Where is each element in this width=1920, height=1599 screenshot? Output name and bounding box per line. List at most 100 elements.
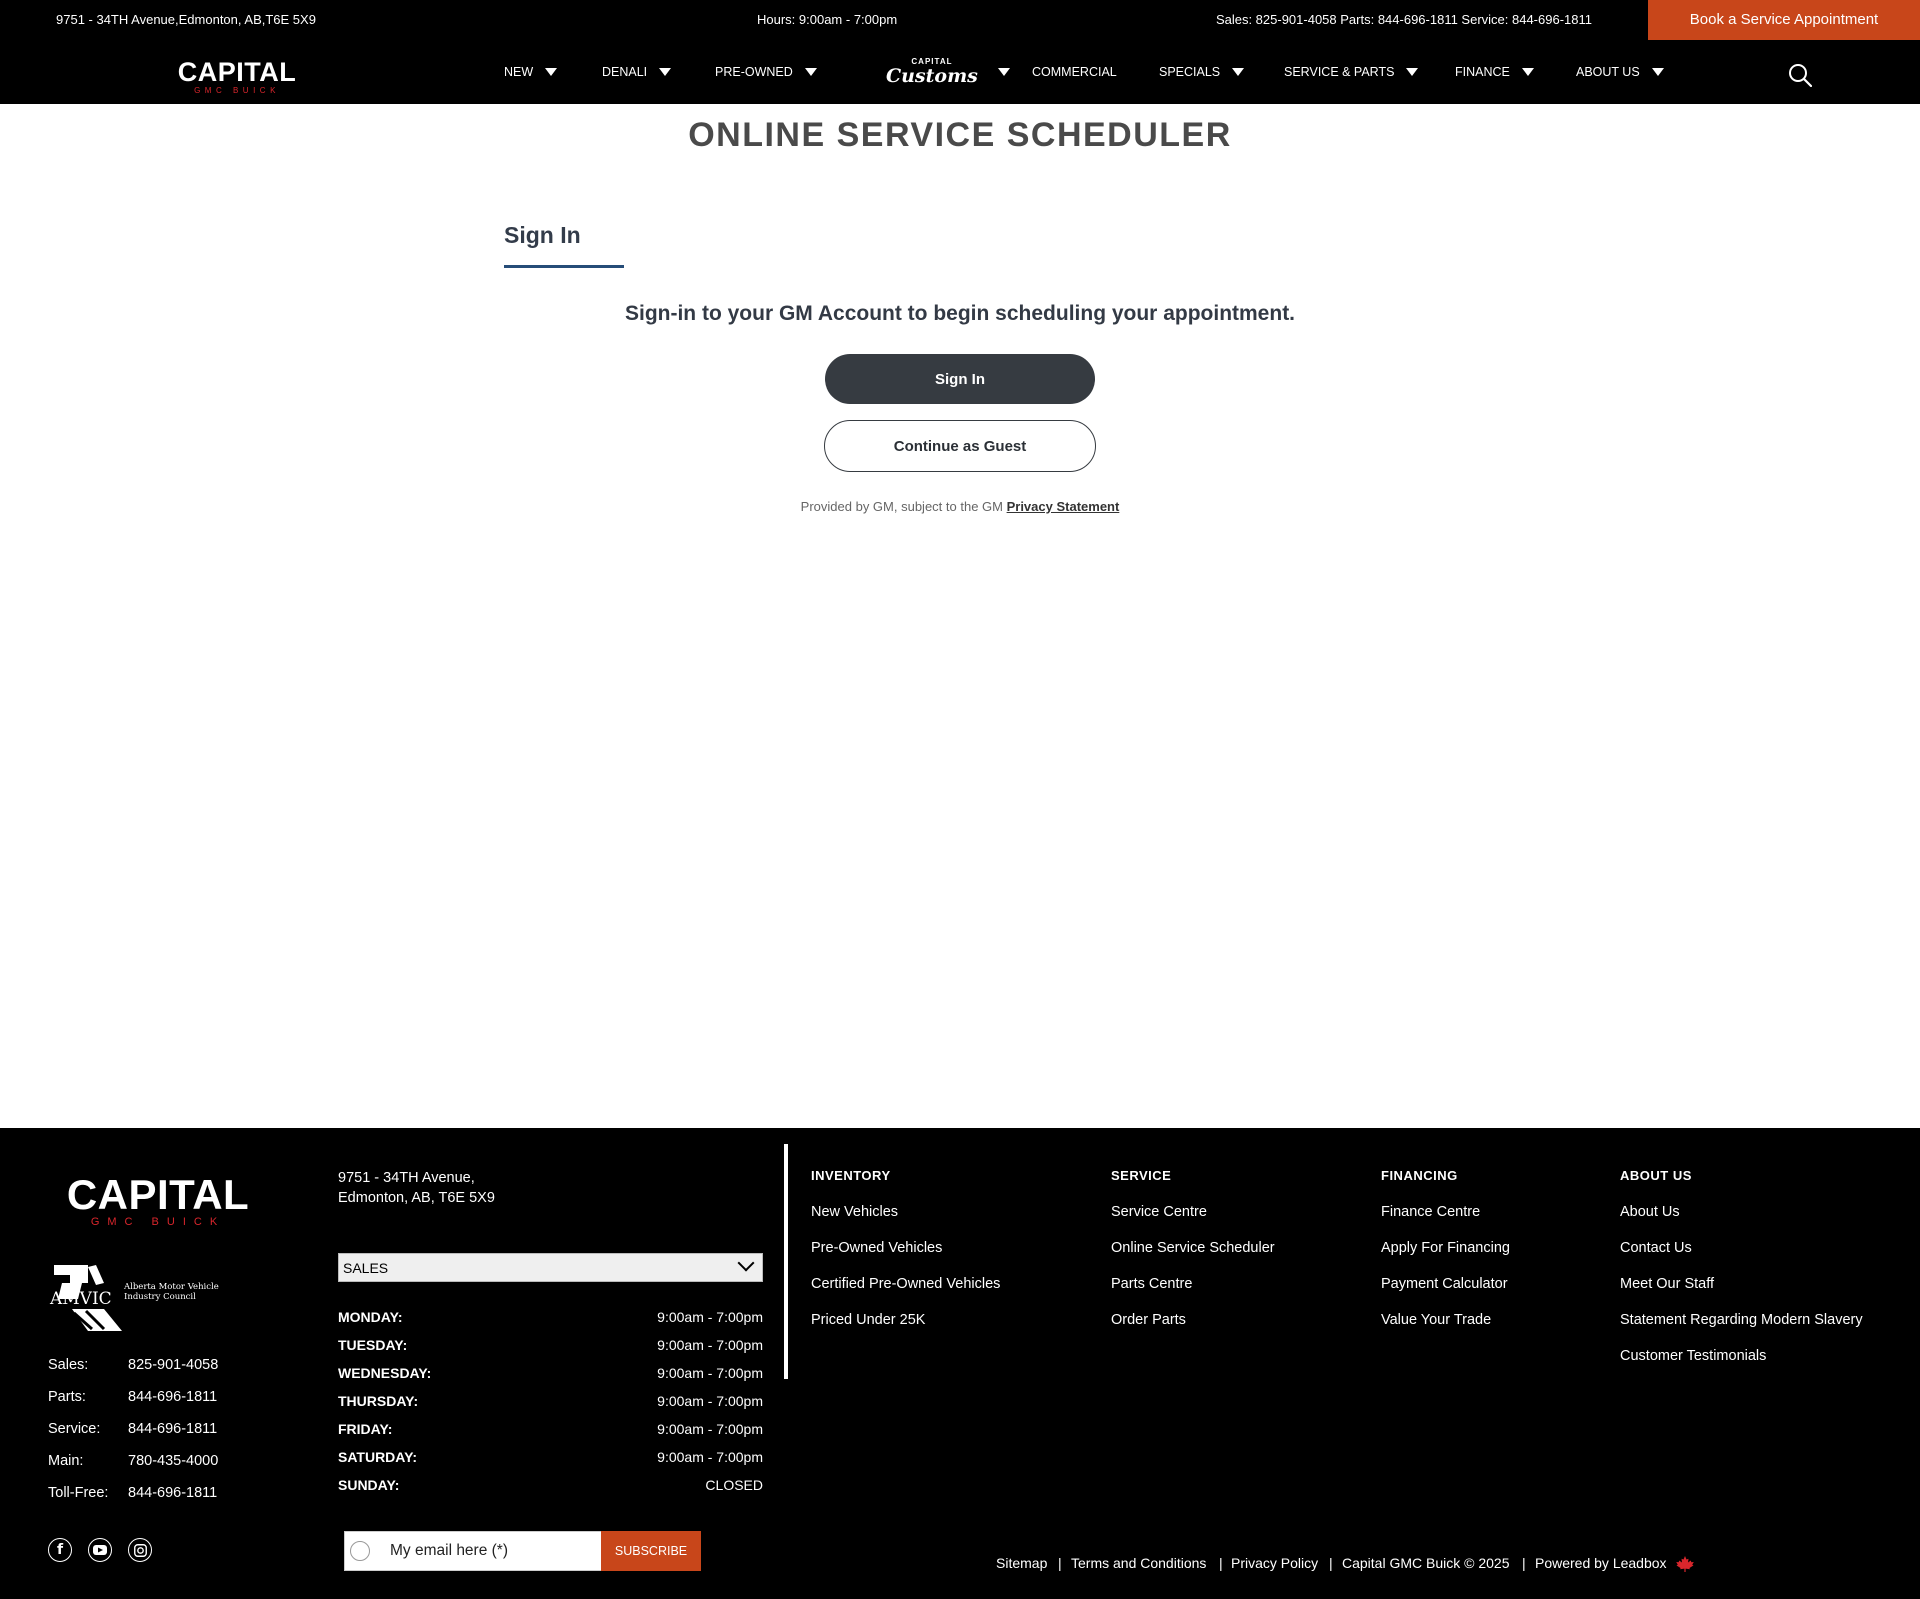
footer-link[interactable]: Online Service Scheduler <box>1111 1240 1275 1256</box>
facebook-glyph: f <box>56 1542 64 1558</box>
footer-link[interactable]: Payment Calculator <box>1381 1276 1508 1292</box>
footer-capital-logo[interactable]: CAPITAL GMC BUICK <box>62 1174 254 1228</box>
nav-service-parts[interactable]: SERVICE & PARTS <box>1284 40 1419 104</box>
nav-capital-customs[interactable]: CAPITAL Customs <box>886 40 1010 104</box>
capital-customs-logo: CAPITAL Customs <box>886 58 978 86</box>
instagram-glyph <box>133 1543 147 1557</box>
caret-down-icon <box>1651 68 1664 76</box>
facebook-icon[interactable]: f <box>48 1538 72 1562</box>
department-select[interactable]: SALES <box>338 1253 763 1282</box>
hours-time: 9:00am - 7:00pm <box>657 1421 763 1437</box>
hours-day: FRIDAY: <box>338 1421 393 1437</box>
privacy-policy-link[interactable]: Privacy Policy <box>1231 1555 1318 1571</box>
footer-link[interactable]: Customer Testimonials <box>1620 1348 1766 1364</box>
footer-link[interactable]: Meet Our Staff <box>1620 1276 1714 1292</box>
amvic-line2: Industry Council <box>124 1291 196 1302</box>
footer-link[interactable]: Pre-Owned Vehicles <box>811 1240 942 1256</box>
separator: | <box>1329 1555 1333 1571</box>
top-phones[interactable]: Sales: 825-901-4058 Parts: 844-696-1811 … <box>1216 12 1592 27</box>
footer-logo-wordmark: CAPITAL <box>66 1171 250 1218</box>
hours-day: SATURDAY: <box>338 1449 418 1465</box>
tab-sign-in[interactable]: Sign In <box>504 222 624 268</box>
logo-subtitle: GMC BUICK <box>194 86 280 95</box>
contact-label: Service: <box>48 1421 101 1437</box>
hours-row: SUNDAY: CLOSED <box>338 1477 763 1497</box>
search-icon[interactable] <box>1788 63 1812 87</box>
book-service-button[interactable]: Book a Service Appointment <box>1648 0 1920 40</box>
about-heading: ABOUT US <box>1620 1168 1692 1183</box>
nav-specials[interactable]: SPECIALS <box>1159 40 1245 104</box>
caret-down-icon <box>1232 68 1245 76</box>
footer-link[interactable]: Parts Centre <box>1111 1276 1192 1292</box>
newsletter-email-box <box>344 1531 602 1571</box>
maple-leaf-icon <box>1676 1556 1694 1572</box>
contact-phone[interactable]: 844-696-1811 <box>128 1421 217 1437</box>
amvic-logo[interactable]: AMVIC Alberta Motor Vehicle Industry Cou… <box>48 1263 238 1333</box>
terms-link[interactable]: Terms and Conditions <box>1071 1555 1206 1571</box>
nav-preowned[interactable]: PRE-OWNED <box>715 40 817 104</box>
contact-phone[interactable]: 844-696-1811 <box>128 1389 217 1405</box>
footer-link[interactable]: Value Your Trade <box>1381 1312 1491 1328</box>
email-input[interactable] <box>390 1542 570 1560</box>
caret-down-icon <box>659 68 672 76</box>
chevron-down-icon <box>737 1254 755 1272</box>
hours-time: 9:00am - 7:00pm <box>657 1309 763 1325</box>
contact-phone[interactable]: 844-696-1811 <box>128 1485 217 1501</box>
hours-day: THURSDAY: <box>338 1393 419 1409</box>
hours-row: SATURDAY: 9:00am - 7:00pm <box>338 1449 763 1469</box>
powered-by-leadbox-link[interactable]: Powered by Leadbox <box>1535 1555 1667 1571</box>
nav-commercial[interactable]: COMMERCIAL <box>1032 40 1117 104</box>
nav-specials-label: SPECIALS <box>1159 65 1221 79</box>
footer: CAPITAL GMC BUICK AMVIC Alberta Motor Ve… <box>0 1128 1920 1599</box>
contact-label: Toll-Free: <box>48 1485 109 1501</box>
separator: | <box>1522 1555 1526 1571</box>
footer-link[interactable]: New Vehicles <box>811 1204 898 1220</box>
nav-finance-label: FINANCE <box>1455 65 1510 79</box>
footer-link[interactable]: Order Parts <box>1111 1312 1186 1328</box>
sitemap-link[interactable]: Sitemap <box>996 1555 1047 1571</box>
privacy-statement-link[interactable]: Privacy Statement <box>1007 499 1120 514</box>
address-line1: 9751 - 34TH Avenue, <box>338 1170 475 1186</box>
footer-link[interactable]: Statement Regarding Modern Slavery <box>1620 1312 1863 1328</box>
contact-label: Sales: <box>48 1357 89 1373</box>
provided-by-gm-note: Provided by GM, subject to the GM Privac… <box>0 499 1920 514</box>
caret-down-icon <box>1406 68 1419 76</box>
logo-wordmark: CAPITAL <box>177 57 297 87</box>
contact-phone[interactable]: 825-901-4058 <box>128 1357 218 1373</box>
address-line2: Edmonton, AB, T6E 5X9 <box>338 1190 495 1206</box>
customs-main-text: Customs <box>886 65 978 87</box>
nav-about-label: ABOUT US <box>1576 65 1640 79</box>
footer-link[interactable]: Certified Pre-Owned Vehicles <box>811 1276 1000 1292</box>
capital-logo[interactable]: CAPITAL GMC BUICK <box>176 59 298 95</box>
caret-down-icon <box>1521 68 1534 76</box>
footer-link[interactable]: Service Centre <box>1111 1204 1207 1220</box>
hours-row: WEDNESDAY: 9:00am - 7:00pm <box>338 1365 763 1385</box>
financing-heading: FINANCING <box>1381 1168 1458 1183</box>
youtube-icon[interactable] <box>88 1538 112 1562</box>
nav-denali[interactable]: DENALI <box>602 40 672 104</box>
sign-in-button[interactable]: Sign In <box>825 354 1095 404</box>
hours-time: 9:00am - 7:00pm <box>657 1393 763 1409</box>
hours-time: 9:00am - 7:00pm <box>657 1365 763 1381</box>
hours-row: MONDAY: 9:00am - 7:00pm <box>338 1309 763 1329</box>
footer-link[interactable]: Apply For Financing <box>1381 1240 1510 1256</box>
contact-phone[interactable]: 780-435-4000 <box>128 1453 218 1469</box>
subscribe-button[interactable]: SUBSCRIBE <box>601 1531 701 1571</box>
nav-new[interactable]: NEW <box>504 40 558 104</box>
hours-row: THURSDAY: 9:00am - 7:00pm <box>338 1393 763 1413</box>
footer-link[interactable]: Finance Centre <box>1381 1204 1480 1220</box>
hours-time: 9:00am - 7:00pm <box>657 1449 763 1465</box>
nav-finance[interactable]: FINANCE <box>1455 40 1534 104</box>
nav-about[interactable]: ABOUT US <box>1576 40 1664 104</box>
nav-service-label: SERVICE & PARTS <box>1284 65 1395 79</box>
sign-in-instructions: Sign-in to your GM Account to begin sche… <box>624 302 1296 325</box>
continue-as-guest-button[interactable]: Continue as Guest <box>824 420 1096 472</box>
footer-link[interactable]: Priced Under 25K <box>811 1312 925 1328</box>
caret-down-icon <box>997 68 1010 76</box>
separator: | <box>1058 1555 1062 1571</box>
nav-commercial-label: COMMERCIAL <box>1032 65 1117 79</box>
footer-link[interactable]: About Us <box>1620 1204 1680 1220</box>
footer-link[interactable]: Contact Us <box>1620 1240 1692 1256</box>
hours-day: TUESDAY: <box>338 1337 408 1353</box>
instagram-icon[interactable] <box>128 1538 152 1562</box>
